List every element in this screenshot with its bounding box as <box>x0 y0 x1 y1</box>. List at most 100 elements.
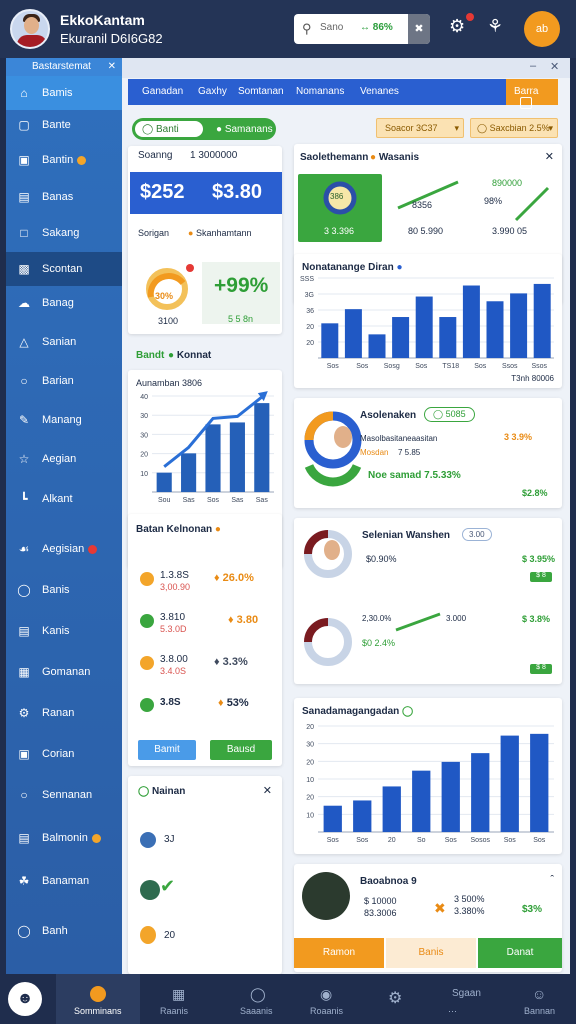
window-close-icon[interactable]: ✕ <box>550 60 559 73</box>
sidebar-item-2[interactable]: ▢ Bante <box>6 108 122 142</box>
list-item[interactable]: 1.3.8S 3,00.90 ♦ 26.0% <box>128 570 282 604</box>
gear-icon: ⚙ <box>18 706 30 720</box>
nav-item-4[interactable]: ◉ Roaanis <box>306 974 356 1024</box>
trend-line <box>395 612 441 632</box>
x-tick-label: Sos <box>356 837 369 844</box>
tab-4[interactable]: Nomanans <box>296 86 344 97</box>
sidebar-item-21[interactable]: ☘ Banaman <box>6 864 122 898</box>
close-icon[interactable]: ✕ <box>108 61 116 72</box>
avatar <box>334 426 352 448</box>
nav-item-5[interactable]: ⚙ <box>380 974 420 1024</box>
close-icon[interactable]: ✕ <box>263 784 272 797</box>
avatar <box>324 540 340 560</box>
sidebar-header: Bastarstemat ✕ <box>6 58 122 76</box>
search-clear-button[interactable]: ✖ <box>408 14 430 44</box>
search-input[interactable]: ⚲ Sano ↔ 86% ✖ <box>294 14 430 44</box>
chat-icon: ◉ <box>320 986 333 1002</box>
tag-icon: ▣ <box>18 747 30 761</box>
sidebar-item-22[interactable]: ◯ Banh <box>6 914 122 948</box>
toggle-right-label: ● Samanans <box>216 124 273 135</box>
chat-icon: ○ <box>20 374 28 388</box>
bar <box>392 317 410 358</box>
sidebar-item-3[interactable]: ▣ Bantin <box>6 143 122 177</box>
sidebar-item-10[interactable]: ✎ Manang <box>6 403 122 437</box>
confirm-button[interactable]: Bausd <box>210 740 272 760</box>
action-light-button[interactable]: Banis <box>386 938 476 968</box>
dropdown-1[interactable]: Soacor 3C37 ▾ <box>376 118 464 138</box>
users-icon[interactable]: ⚘ <box>487 16 503 37</box>
trend-line <box>514 186 550 222</box>
bar <box>382 786 401 832</box>
panel-title-2: ● Wasanis <box>370 152 420 163</box>
bar <box>412 770 431 832</box>
avatar <box>140 880 160 900</box>
bar-chart-2-card: Sanadamagangadan ◯ 20 30 20 10 20 10 Sos Sos 20 S… <box>294 698 562 854</box>
sidebar-item-6[interactable]: ▩ Scontan <box>6 252 122 286</box>
action-green-button[interactable]: Danat <box>478 938 562 968</box>
x-tick-label: Sas <box>231 497 244 504</box>
sidebar-item-15[interactable]: ▤ Kanis <box>6 614 122 648</box>
sidebar-item-8[interactable]: △ Sanian <box>6 325 122 359</box>
x-tick-label: Sas <box>183 497 196 504</box>
sidebar-item-14[interactable]: ◯ Banis <box>6 573 122 607</box>
list-item[interactable]: 3.810 5.3.0D ♦ 3.80 <box>128 612 282 646</box>
kpi-tile-3[interactable]: 890000 98% 3.990 05 <box>478 174 558 242</box>
kpi-tile-1[interactable]: 386 3 3.396 <box>298 174 382 242</box>
nav-item-2[interactable]: ▦ Raanis <box>156 974 206 1024</box>
bar <box>344 309 362 358</box>
list-item[interactable]: 3.8S ♦ 53% <box>128 696 282 718</box>
settings-icon[interactable]: ⚙ <box>449 16 465 37</box>
list-item[interactable]: 3.8.00 3.4.0S ♦ 3.3% <box>128 654 282 688</box>
rising-chart-title: Aunamban 3806 <box>136 378 203 388</box>
close-icon[interactable]: ✕ <box>545 150 554 163</box>
bracket-icon: ┗ <box>20 492 28 506</box>
sidebar-item-9[interactable]: ○ Barian <box>6 364 122 398</box>
sidebar-item-16[interactable]: ▦ Gomanan <box>6 655 122 689</box>
tab-3[interactable]: Somtanan <box>238 86 284 97</box>
sidebar-item-18[interactable]: ▣ Corian <box>6 737 122 771</box>
summary-card: Soanng 1 3000000 $252 $3.80 Sorigan ● Sk… <box>128 146 282 334</box>
y-tick-label: 20 <box>306 324 314 331</box>
sidebar-item-13[interactable]: ☙ Aegisian <box>6 532 122 566</box>
sidebar-item-4[interactable]: ▤ Banas <box>6 180 122 214</box>
sidebar-item-17[interactable]: ⚙ Ranan <box>6 696 122 730</box>
window-icon: ▤ <box>18 190 30 204</box>
user-avatar[interactable] <box>10 9 50 49</box>
search-icon: ◯ <box>250 986 266 1002</box>
sidebar-item-20[interactable]: ▤ Balmonin <box>6 821 122 855</box>
sidebar-title: Bastarstemat <box>32 61 91 72</box>
tab-5[interactable]: Venanes <box>360 86 399 97</box>
nav-item-1[interactable]: Somminans <box>56 974 140 1024</box>
profile-card: Baoabnoa 9 ˆ $ 10000 83.3006 ✖ 3 500% 3.… <box>294 864 562 972</box>
tab-active[interactable]: Barra <box>506 79 558 109</box>
circle-icon: ◯ <box>17 583 31 597</box>
nav-item-6[interactable]: Sgaan ⋯ <box>444 974 494 1024</box>
summary-foot-right: ● Skanhamtann <box>188 228 252 238</box>
dropdown-2[interactable]: ◯ Saxcbian 2.5% ▾ <box>470 118 558 138</box>
panel-title: Saolethemann <box>300 152 369 163</box>
action-orange-button[interactable]: Ramon <box>294 938 384 968</box>
sidebar-item-12[interactable]: ┗ Alkant <box>6 482 122 516</box>
user-icon[interactable]: ☻ <box>8 982 42 1016</box>
minimize-icon[interactable]: – <box>530 60 536 72</box>
bar <box>462 285 480 358</box>
tab-1[interactable]: Ganadan <box>142 86 183 97</box>
nav-item-3[interactable]: ◯ Saaanis <box>236 974 286 1024</box>
user-subtitle: Ekuranil D6I6G82 <box>60 31 163 46</box>
bar <box>510 293 528 358</box>
value-banner: $252 $3.80 <box>130 172 282 214</box>
kpi-tile-2[interactable]: 8356 80 5.990 <box>390 174 470 242</box>
sidebar-item-7[interactable]: ☁ Banag <box>6 286 122 320</box>
sidebar-item-11[interactable]: ☆ Aegian <box>6 442 122 476</box>
sidebar-item-19[interactable]: ○ Sennanan <box>6 778 122 812</box>
submit-button[interactable]: Bamit <box>138 740 196 760</box>
nav-item-7[interactable]: ☺ Bannan <box>516 974 566 1024</box>
segment-toggle[interactable]: ◯ Banti ● Samanans <box>132 118 276 140</box>
tab-2[interactable]: Gaxhy <box>198 86 227 97</box>
book-icon: ▤ <box>18 624 30 638</box>
sidebar-item-5[interactable]: □ Sakang <box>6 216 122 250</box>
chevron-up-icon[interactable]: ˆ <box>550 874 554 886</box>
sidebar-item-1[interactable]: ⌂ Bamis <box>6 76 122 110</box>
bottom-nav: ☻ Somminans ▦ Raanis ◯ Saaanis ◉ Roaanis… <box>0 974 576 1024</box>
profile-button[interactable]: ab <box>524 11 560 47</box>
